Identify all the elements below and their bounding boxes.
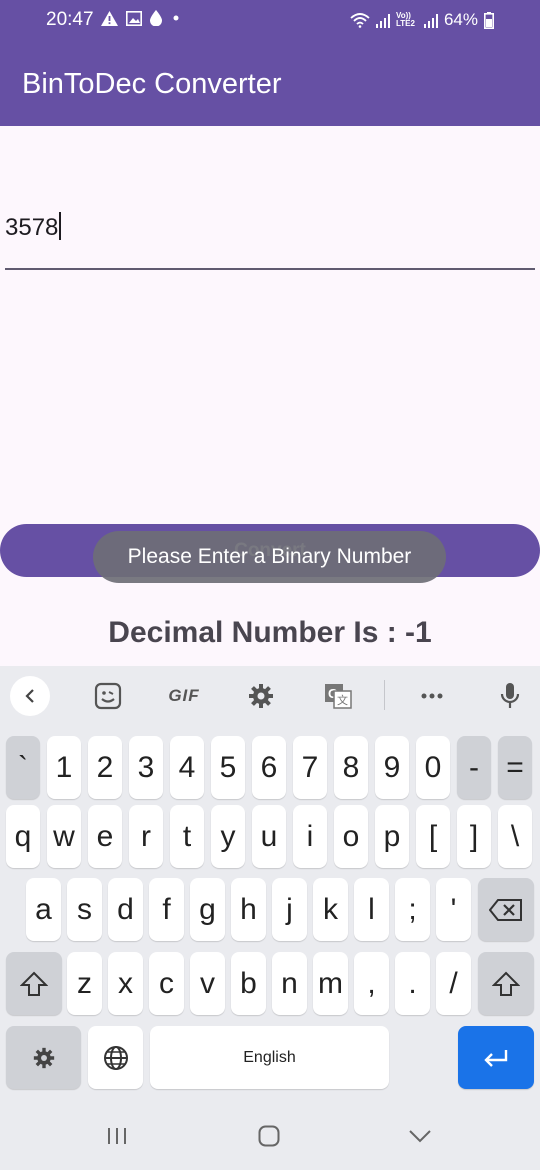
network-label: Vo)) LTE2 <box>395 11 415 28</box>
enter-icon <box>484 1049 508 1067</box>
shift-key-right[interactable] <box>478 952 534 1015</box>
key-semicolon[interactable]: ; <box>395 878 430 941</box>
key-3[interactable]: 3 <box>129 736 163 799</box>
key-backslash[interactable]: \ <box>498 805 532 868</box>
gear-icon <box>33 1047 54 1068</box>
key-0[interactable]: 0 <box>416 736 450 799</box>
backspace-key[interactable] <box>478 878 534 941</box>
key-q[interactable]: q <box>6 805 40 868</box>
key-c[interactable]: c <box>149 952 184 1015</box>
key-t[interactable]: t <box>170 805 204 868</box>
key-a[interactable]: a <box>26 878 61 941</box>
key-w[interactable]: w <box>47 805 81 868</box>
result-text: Decimal Number Is : -1 <box>108 616 432 649</box>
signal-icon <box>375 12 390 28</box>
key-d[interactable]: d <box>108 878 143 941</box>
key-6[interactable]: 6 <box>252 736 286 799</box>
wifi-icon <box>350 13 370 28</box>
key-y[interactable]: y <box>211 805 245 868</box>
key-x[interactable]: x <box>108 952 143 1015</box>
status-bar: 20:47 Vo)) LTE2 64% <box>0 0 540 44</box>
key-n[interactable]: n <box>272 952 307 1015</box>
shift-key-left[interactable] <box>6 952 62 1015</box>
key-v[interactable]: v <box>190 952 225 1015</box>
chevron-down-icon[interactable] <box>406 1123 434 1149</box>
key-5[interactable]: 5 <box>211 736 245 799</box>
binary-input-value: 3578 <box>5 214 59 241</box>
key-z[interactable]: z <box>67 952 102 1015</box>
key-2[interactable]: 2 <box>88 736 122 799</box>
status-time: 20:47 <box>46 9 94 30</box>
key-equals[interactable]: = <box>498 736 532 799</box>
app-bar: BinToDec Converter <box>0 44 540 126</box>
more-icon[interactable] <box>416 677 448 715</box>
svg-text:文: 文 <box>337 693 348 707</box>
drop-icon <box>150 10 162 26</box>
settings-key[interactable] <box>6 1026 81 1089</box>
key-p[interactable]: p <box>375 805 409 868</box>
key-k[interactable]: k <box>313 878 348 941</box>
translate-icon[interactable]: G文 <box>322 677 354 715</box>
signal-icon-2 <box>423 12 438 28</box>
keyboard-toolbar: GIF G文 <box>0 666 540 726</box>
key-l[interactable]: l <box>354 878 389 941</box>
space-key[interactable]: English <box>150 1026 389 1089</box>
binary-input-text[interactable]: 3578 <box>5 212 62 242</box>
key-comma[interactable]: , <box>354 952 389 1015</box>
gif-button[interactable]: GIF <box>164 677 204 715</box>
image-icon <box>126 10 142 26</box>
key-f[interactable]: f <box>149 878 184 941</box>
recent-apps-icon[interactable] <box>104 1123 130 1149</box>
key-g[interactable]: g <box>190 878 225 941</box>
battery-percent: 64% <box>443 10 478 29</box>
battery-icon <box>484 11 494 29</box>
warning-icon <box>101 10 118 26</box>
key-o[interactable]: o <box>334 805 368 868</box>
key-slash[interactable]: / <box>436 952 471 1015</box>
key-u[interactable]: u <box>252 805 286 868</box>
back-icon[interactable] <box>10 676 50 716</box>
key-apostrophe[interactable]: ' <box>436 878 471 941</box>
binary-input[interactable]: 3578 <box>5 196 535 272</box>
toolbar-divider <box>384 680 385 710</box>
text-caret <box>59 212 62 240</box>
key-b[interactable]: b <box>231 952 266 1015</box>
key-s[interactable]: s <box>67 878 102 941</box>
backspace-icon <box>489 898 522 921</box>
toast-message: Please Enter a Binary Number <box>93 531 446 583</box>
globe-icon <box>103 1045 128 1070</box>
enter-key[interactable] <box>458 1026 534 1089</box>
key-8[interactable]: 8 <box>334 736 368 799</box>
key-minus[interactable]: - <box>457 736 491 799</box>
navigation-bar <box>0 1105 540 1170</box>
key-backtick[interactable]: ` <box>6 736 40 799</box>
key-9[interactable]: 9 <box>375 736 409 799</box>
key-r[interactable]: r <box>129 805 163 868</box>
key-7[interactable]: 7 <box>293 736 327 799</box>
key-right-bracket[interactable]: ] <box>457 805 491 868</box>
sticker-icon[interactable] <box>90 677 126 715</box>
key-m[interactable]: m <box>313 952 348 1015</box>
app-title: BinToDec Converter <box>22 68 282 100</box>
home-icon[interactable] <box>256 1123 282 1149</box>
key-j[interactable]: j <box>272 878 307 941</box>
language-key[interactable] <box>88 1026 143 1089</box>
gear-icon[interactable] <box>245 677 277 715</box>
shift-icon <box>492 971 520 996</box>
input-underline <box>5 268 535 270</box>
key-left-bracket[interactable]: [ <box>416 805 450 868</box>
shift-icon <box>20 971 48 996</box>
status-right: Vo)) LTE2 64% <box>350 10 494 30</box>
key-e[interactable]: e <box>88 805 122 868</box>
key-4[interactable]: 4 <box>170 736 204 799</box>
mic-icon[interactable] <box>494 677 526 715</box>
dot-icon <box>173 15 179 21</box>
key-h[interactable]: h <box>231 878 266 941</box>
key-i[interactable]: i <box>293 805 327 868</box>
key-1[interactable]: 1 <box>47 736 81 799</box>
key-period[interactable]: . <box>395 952 430 1015</box>
notification-icons <box>101 10 182 26</box>
